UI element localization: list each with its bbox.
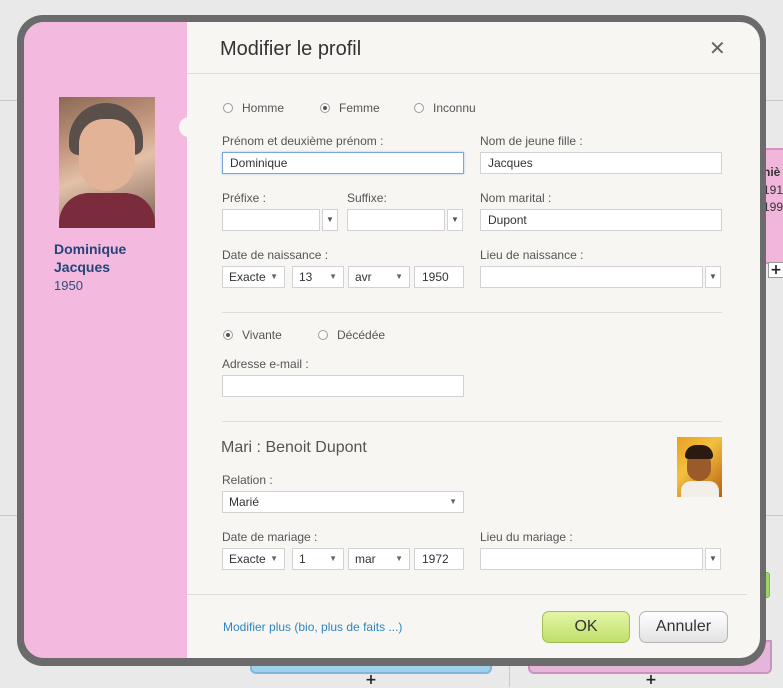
radio-icon[interactable] (318, 330, 328, 340)
marriage-year-input[interactable]: 1972 (414, 548, 464, 570)
dropdown-arrow-icon: ▼ (449, 497, 457, 506)
birth-month-select[interactable]: avr ▼ (348, 266, 410, 288)
close-icon[interactable]: ✕ (709, 37, 726, 59)
birth-place-label: Lieu de naissance : (480, 248, 584, 262)
birth-day-select[interactable]: 13 ▼ (292, 266, 344, 288)
first-names-input[interactable]: Dominique (222, 152, 464, 174)
select-value: mar (355, 552, 376, 566)
marriage-date-label: Date de mariage : (222, 530, 318, 544)
radio-label: Femme (339, 101, 380, 115)
birth-place-dropdown-icon[interactable]: ▼ (705, 266, 721, 288)
birth-year-input[interactable]: 1950 (414, 266, 464, 288)
relation-label: Relation : (222, 473, 273, 487)
prefix-dropdown-icon[interactable]: ▼ (322, 209, 338, 231)
dropdown-arrow-icon: ▼ (270, 554, 278, 563)
section-divider (222, 421, 722, 422)
radio-selected-icon[interactable] (320, 103, 330, 113)
profile-first-name: Dominique (54, 241, 127, 257)
edit-profile-dialog: Dominique Jacques 1950 Modifier le profi… (24, 22, 760, 658)
profile-photo[interactable] (59, 97, 155, 228)
add-person-icon[interactable]: + (644, 673, 658, 687)
card-year: 191 (763, 183, 783, 197)
select-value: Marié (229, 495, 260, 509)
birth-precision-select[interactable]: Exacte ▼ (222, 266, 285, 288)
suffix-dropdown-icon[interactable]: ▼ (447, 209, 463, 231)
suffix-label: Suffixe: (347, 191, 387, 205)
select-value: 13 (299, 270, 313, 284)
suffix-input[interactable] (347, 209, 445, 231)
dropdown-arrow-icon: ▼ (329, 554, 337, 563)
dropdown-arrow-icon: ▼ (329, 272, 337, 281)
marriage-day-select[interactable]: 1 ▼ (292, 548, 344, 570)
radio-label: Homme (242, 101, 285, 115)
sidebar-notch (179, 117, 195, 137)
photo-body (681, 481, 719, 497)
footer-divider (187, 594, 747, 595)
profile-sidebar: Dominique Jacques 1950 (24, 22, 187, 658)
dropdown-arrow-icon: ▼ (395, 272, 403, 281)
section-divider (222, 312, 722, 313)
profile-name: Dominique Jacques (54, 240, 126, 276)
cancel-button[interactable]: Annuler (639, 611, 728, 643)
married-name-input[interactable]: Dupont (480, 209, 722, 231)
prefix-label: Préfixe : (222, 191, 267, 205)
spouse-heading: Mari : Benoit Dupont (221, 439, 367, 456)
marriage-place-input[interactable] (480, 548, 703, 570)
radio-label: Vivante (242, 328, 282, 342)
marriage-place-label: Lieu du mariage : (480, 530, 573, 544)
select-value: Exacte (229, 552, 266, 566)
gender-radio-femme[interactable]: Femme (320, 101, 380, 115)
dropdown-arrow-icon: ▼ (270, 272, 278, 281)
photo-face (79, 119, 135, 191)
photo-hair (685, 445, 713, 459)
profile-last-name: Jacques (54, 259, 111, 275)
header-divider (187, 73, 760, 74)
select-value: avr (355, 270, 372, 284)
select-value: 1 (299, 552, 306, 566)
first-names-label: Prénom et deuxième prénom : (222, 134, 384, 148)
dialog-title: Modifier le profil (220, 38, 362, 60)
birth-date-label: Date de naissance : (222, 248, 329, 262)
married-name-label: Nom marital : (480, 191, 552, 205)
card-year: 199 (763, 200, 783, 214)
marriage-place-dropdown-icon[interactable]: ▼ (705, 548, 721, 570)
status-radio-decedee[interactable]: Décédée (318, 328, 385, 342)
spouse-photo[interactable] (677, 437, 722, 497)
add-person-icon[interactable]: + (768, 262, 783, 278)
maiden-name-label: Nom de jeune fille : (480, 134, 583, 148)
maiden-name-input[interactable]: Jacques (480, 152, 722, 174)
birth-place-input[interactable] (480, 266, 703, 288)
profile-year: 1950 (54, 278, 83, 293)
radio-icon[interactable] (223, 103, 233, 113)
radio-label: Décédée (337, 328, 386, 342)
relation-select[interactable]: Marié ▼ (222, 491, 464, 513)
marriage-month-select[interactable]: mar ▼ (348, 548, 410, 570)
marriage-precision-select[interactable]: Exacte ▼ (222, 548, 285, 570)
radio-selected-icon[interactable] (223, 330, 233, 340)
radio-icon[interactable] (414, 103, 424, 113)
gender-radio-homme[interactable]: Homme (223, 101, 284, 115)
photo-body (59, 193, 155, 228)
edit-more-link[interactable]: Modifier plus (bio, plus de faits ...) (223, 620, 402, 634)
gender-radio-inconnu[interactable]: Inconnu (414, 101, 476, 115)
prefix-input[interactable] (222, 209, 320, 231)
select-value: Exacte (229, 270, 266, 284)
add-person-icon[interactable]: + (364, 673, 378, 687)
radio-label: Inconnu (433, 101, 476, 115)
email-label: Adresse e-mail : (222, 357, 309, 371)
email-input[interactable] (222, 375, 464, 397)
status-radio-vivante[interactable]: Vivante (223, 328, 282, 342)
ok-button[interactable]: OK (542, 611, 630, 643)
dropdown-arrow-icon: ▼ (395, 554, 403, 563)
